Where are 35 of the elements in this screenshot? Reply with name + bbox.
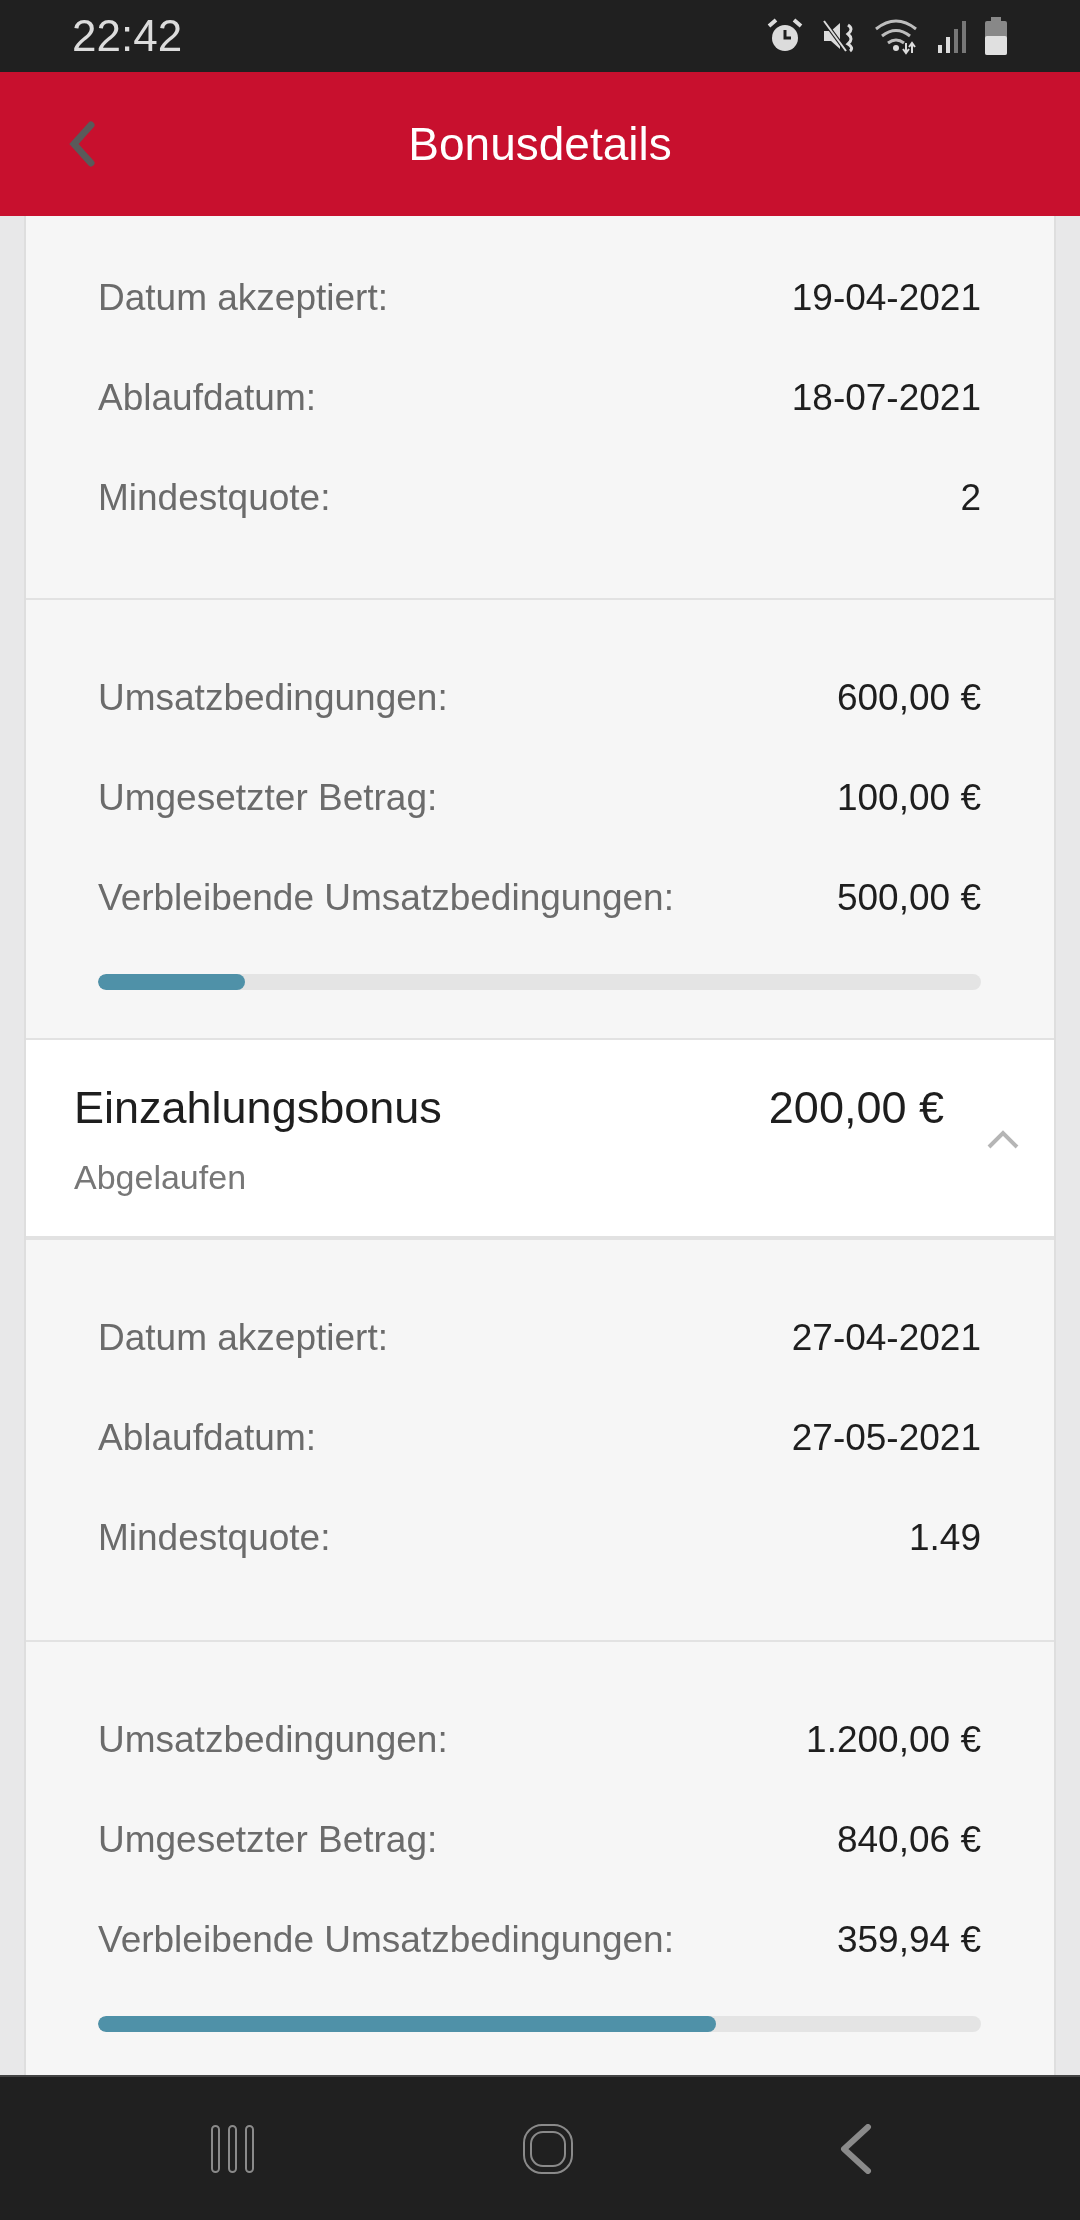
field-label: Ablaufdatum: xyxy=(98,376,317,421)
field-label: Verbleibende Umsatzbedingungen: xyxy=(98,1918,674,1963)
battery-icon xyxy=(984,16,1008,56)
field-value: 1.49 xyxy=(909,1516,981,1561)
field-label: Verbleibende Umsatzbedingungen: xyxy=(98,876,674,921)
field-label: Umsatzbedingungen: xyxy=(98,1718,448,1763)
field-value: 100,00 € xyxy=(836,776,981,821)
back-icon[interactable] xyxy=(840,2123,872,2174)
field-value: 359,94 € xyxy=(836,1918,981,1963)
field-value: 27-05-2021 xyxy=(791,1416,981,1461)
page-title: Bonusdetails xyxy=(408,116,672,172)
field-value: 840,06 € xyxy=(836,1818,981,1863)
status-time: 22:42 xyxy=(72,10,183,62)
field-label: Umsatzbedingungen: xyxy=(98,676,448,721)
bonus-title: Einzahlungsbonus xyxy=(74,1081,442,1135)
bonus-status: Abgelaufen xyxy=(74,1156,248,1198)
bonus-header[interactable]: Einzahlungsbonus 200,00 € Abgelaufen xyxy=(26,1040,1054,1240)
field-label: Ablaufdatum: xyxy=(98,1416,317,1461)
field-value: 1.200,00 € xyxy=(806,1718,981,1763)
field-value: 2 xyxy=(960,476,981,521)
field-label: Umgesetzter Betrag: xyxy=(98,776,438,821)
field-value: 19-04-2021 xyxy=(791,276,981,321)
recent-apps-icon[interactable] xyxy=(208,2123,256,2174)
back-icon xyxy=(69,121,95,167)
field-label: Datum akzeptiert: xyxy=(98,276,388,321)
field-value: 600,00 € xyxy=(836,676,981,721)
field-label: Datum akzeptiert: xyxy=(98,1316,388,1361)
field-value: 27-04-2021 xyxy=(791,1316,981,1361)
field-value: 18-07-2021 xyxy=(791,376,981,421)
field-label: Umgesetzter Betrag: xyxy=(98,1818,438,1863)
bonus-amount: 200,00 € xyxy=(768,1081,944,1135)
field-value: 500,00 € xyxy=(836,876,981,921)
field-label: Mindestquote: xyxy=(98,476,331,521)
home-icon[interactable] xyxy=(522,2122,574,2175)
field-label: Mindestquote: xyxy=(98,1516,331,1561)
